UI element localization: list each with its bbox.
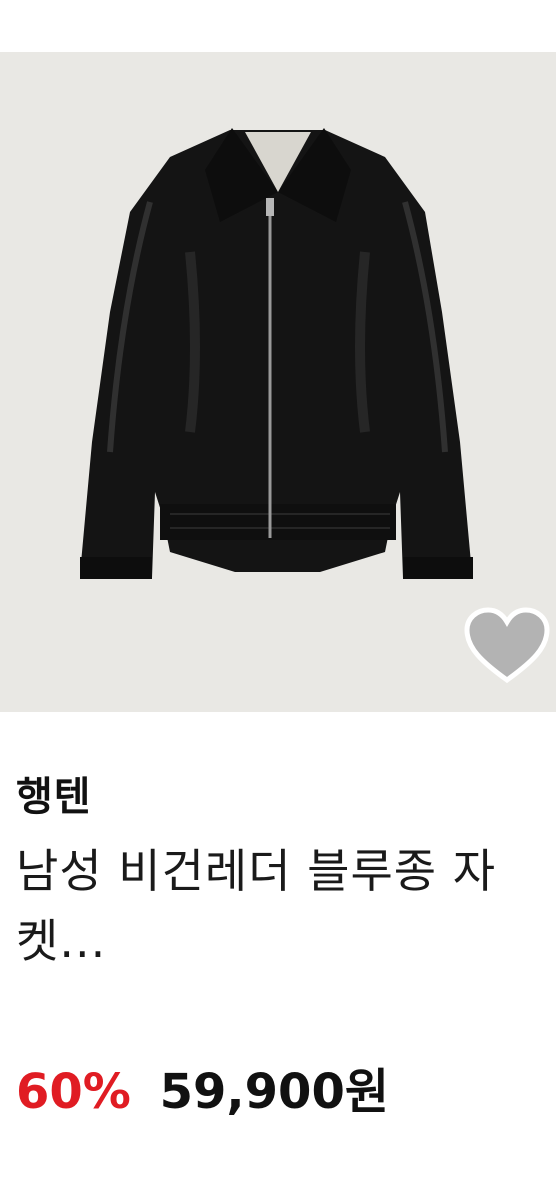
price-row: 60% 59,900원	[16, 1052, 389, 1122]
product-card[interactable]: 행텐 남성 비건레더 블루종 자켓... 60% 59,900원	[0, 0, 556, 1200]
top-spacer	[0, 0, 556, 52]
product-image[interactable]	[0, 52, 556, 712]
brand-name[interactable]: 행텐	[16, 764, 92, 822]
product-title[interactable]: 남성 비건레더 블루종 자켓...	[16, 836, 546, 976]
sale-price: 59,900원	[159, 1064, 389, 1120]
heart-icon	[464, 607, 550, 684]
wishlist-button[interactable]	[462, 606, 552, 686]
discount-rate: 60%	[16, 1064, 131, 1120]
